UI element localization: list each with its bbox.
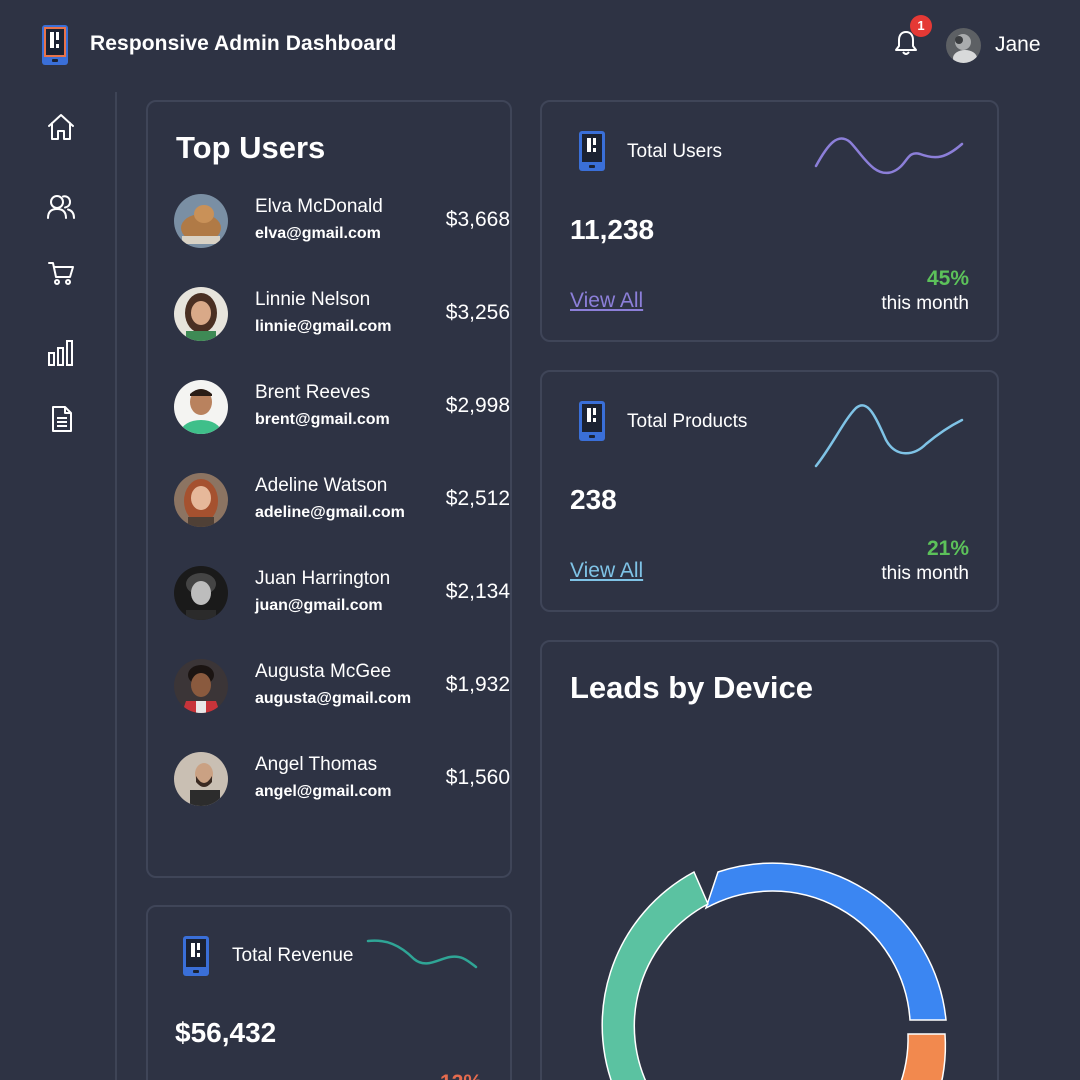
view-all-products-link[interactable]: View All [570, 559, 643, 583]
bar-chart-icon[interactable] [46, 338, 76, 368]
phone-stat-icon [579, 131, 605, 171]
top-user-row[interactable]: Linnie Nelson linnie@gmail.com $3,256 [174, 287, 510, 347]
user-avatar [174, 287, 228, 341]
user-email: brent@gmail.com [255, 411, 390, 428]
top-user-row[interactable]: Augusta McGee augusta@gmail.com $1,932 [174, 659, 510, 719]
user-avatar [174, 473, 228, 527]
user-email: augusta@gmail.com [255, 690, 412, 707]
total-revenue-card: Total Revenue $56,432 12% [146, 905, 512, 1080]
user-email: elva@gmail.com [255, 225, 381, 242]
donut-segment-green [601, 870, 709, 1080]
leads-donut-chart [601, 862, 947, 1080]
user-name: Elva McDonald [255, 196, 383, 217]
users-sparkline [814, 137, 964, 175]
user-name: Brent Reeves [255, 382, 371, 403]
user-name: Linnie Nelson [255, 289, 371, 310]
user-avatar [174, 566, 228, 620]
stat-label: Total Users [627, 141, 723, 162]
user-avatar [174, 380, 228, 434]
top-user-row[interactable]: Adeline Watson adeline@gmail.com $2,512 [174, 473, 510, 533]
user-avatar [174, 752, 228, 806]
user-amount: $2,512 [445, 487, 510, 510]
user-name: Juan Harrington [255, 568, 391, 589]
user-amount: $1,932 [445, 673, 510, 696]
view-all-users-link[interactable]: View All [570, 289, 643, 313]
sidebar [0, 92, 117, 1080]
stat-label: Total Revenue [232, 945, 354, 966]
donut-segment-orange [900, 1033, 947, 1080]
user-amount: $1,560 [445, 766, 510, 789]
stat-value: 238 [570, 484, 617, 515]
stat-value: $56,432 [175, 1017, 277, 1048]
user-amount: $3,668 [445, 208, 510, 231]
user-email: adeline@gmail.com [255, 504, 405, 521]
user-avatar [174, 194, 228, 248]
user-name[interactable]: Jane [995, 33, 1041, 57]
stat-label: Total Products [627, 411, 748, 432]
home-icon[interactable] [46, 112, 76, 142]
top-users-card: Top Users Elva McDonald elva@gmail.com $… [146, 100, 512, 878]
stat-period: this month [881, 293, 969, 314]
top-user-row[interactable]: Brent Reeves brent@gmail.com $2,998 [174, 380, 510, 440]
revenue-sparkline [366, 939, 478, 969]
leads-by-device-card: Leads by Device [540, 640, 999, 1080]
document-icon[interactable] [46, 404, 76, 434]
cart-icon[interactable] [46, 258, 76, 288]
stat-percent: 12% [440, 1071, 482, 1080]
notification-badge: 1 [910, 15, 932, 37]
user-name: Adeline Watson [255, 475, 388, 496]
products-sparkline [814, 404, 964, 468]
user-amount: $3,256 [445, 301, 510, 324]
donut-segment-blue [704, 862, 947, 1021]
phone-stat-icon [183, 936, 209, 976]
user-email: angel@gmail.com [255, 783, 392, 800]
total-users-card: Total Users 11,238 View All 45% this mon… [540, 100, 999, 342]
user-avatar [174, 659, 228, 713]
user-email: linnie@gmail.com [255, 318, 392, 335]
user-name: Augusta McGee [255, 661, 392, 682]
stat-percent: 45% [926, 267, 969, 290]
user-name: Angel Thomas [255, 754, 378, 775]
top-user-row[interactable]: Elva McDonald elva@gmail.com $3,668 [174, 194, 510, 254]
stat-value: 11,238 [570, 214, 655, 245]
top-header: Responsive Admin Dashboard 1 Jane [0, 0, 1080, 92]
app-logo[interactable] [41, 24, 69, 66]
user-avatar[interactable] [946, 28, 981, 63]
stat-percent: 21% [926, 537, 969, 560]
users-icon[interactable] [46, 192, 76, 222]
user-amount: $2,134 [445, 580, 510, 603]
total-products-card: Total Products 238 View All 21% this mon… [540, 370, 999, 612]
stat-period: this month [881, 563, 969, 584]
phone-stat-icon [579, 401, 605, 441]
user-amount: $2,998 [445, 394, 510, 417]
top-user-row[interactable]: Angel Thomas angel@gmail.com $1,560 [174, 752, 510, 812]
top-user-row[interactable]: Juan Harrington juan@gmail.com $2,134 [174, 566, 510, 626]
app-title: Responsive Admin Dashboard [90, 32, 397, 55]
top-users-title: Top Users [176, 130, 326, 165]
user-email: juan@gmail.com [255, 597, 383, 614]
